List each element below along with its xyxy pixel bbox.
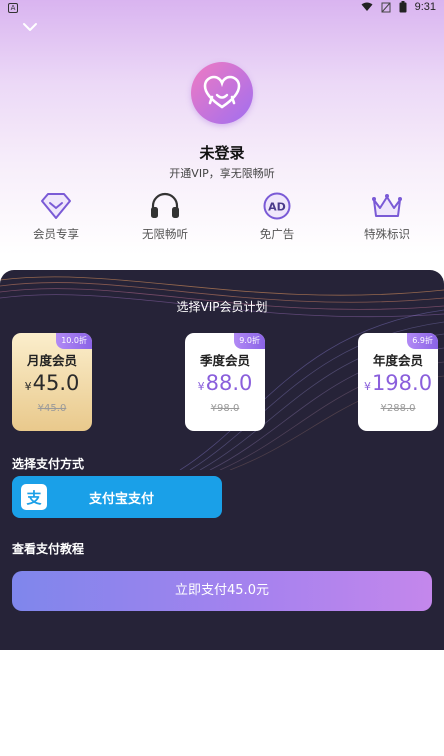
app-notification-icon: A: [8, 3, 18, 13]
ad-icon: AD: [263, 192, 291, 220]
login-subtitle: 开通VIP，享无限畅听: [169, 167, 275, 180]
plan-name: 月度会员: [26, 353, 77, 368]
plan-name: 季度会员: [199, 353, 250, 368]
plan-price: ¥45.0: [24, 371, 80, 395]
perk-members-only: 会员专享: [11, 192, 101, 242]
avatar[interactable]: [191, 62, 253, 124]
battery-icon: [399, 1, 407, 13]
perk-no-ads: AD 免广告: [232, 192, 322, 242]
wifi-icon: [361, 2, 373, 11]
plan-price: ¥198.0: [363, 371, 433, 395]
discount-badge: 10.0折: [56, 333, 92, 349]
signal-icon: [381, 2, 391, 12]
chevron-down-icon[interactable]: [22, 22, 38, 32]
login-status-title[interactable]: 未登录: [0, 142, 444, 163]
alipay-button[interactable]: 支 支付宝支付: [12, 476, 222, 518]
plan-card-yearly[interactable]: 6.9折 年度会员 ¥198.0 ¥288.0: [358, 333, 438, 431]
hero-header: A 9:31 未登录 开通VIP，享无限畅听 会员专享 无限畅听 AD 免广告 …: [0, 0, 444, 300]
perks-row: 会员专享 无限畅听 AD 免广告 特殊标识: [0, 192, 444, 252]
clock: 9:31: [414, 1, 436, 13]
discount-badge: 6.9折: [407, 333, 438, 349]
plan-original-price: ¥288.0: [380, 403, 416, 414]
perk-label: 会员专享: [33, 227, 79, 241]
payment-tutorial-link[interactable]: 查看支付教程: [12, 540, 84, 557]
perk-label: 特殊标识: [364, 227, 410, 241]
discount-badge: 9.0折: [234, 333, 265, 349]
perk-special-badge: 特殊标识: [342, 192, 432, 242]
perk-label: 免广告: [259, 227, 295, 241]
payment-method-title: 选择支付方式: [12, 457, 85, 471]
crown-icon: [372, 194, 402, 217]
status-bar: A 9:31: [0, 0, 444, 18]
perk-label: 无限畅听: [142, 227, 188, 241]
plan-name: 年度会员: [372, 353, 423, 368]
pay-now-button[interactable]: 立即支付45.0元: [12, 571, 432, 611]
plan-card-quarterly[interactable]: 9.0折 季度会员 ¥88.0 ¥98.0: [185, 333, 265, 431]
plans-title: 选择VIP会员计划: [176, 300, 268, 314]
vip-plan-panel: 选择VIP会员计划 10.0折 月度会员 ¥45.0 ¥45.0 9.0折 季度…: [0, 270, 444, 650]
plan-card-monthly[interactable]: 10.0折 月度会员 ¥45.0 ¥45.0: [12, 333, 92, 431]
alipay-icon: 支: [21, 484, 47, 510]
plan-original-price: ¥98.0: [210, 403, 240, 414]
headphones-icon: [151, 192, 179, 218]
plan-price: ¥88.0: [197, 371, 253, 395]
alipay-label: 支付宝支付: [88, 491, 154, 507]
diamond-icon: [41, 193, 71, 219]
perk-unlimited-listening: 无限畅听: [120, 192, 210, 242]
plan-original-price: ¥45.0: [37, 403, 67, 414]
svg-text:AD: AD: [268, 201, 286, 214]
heart-headphones-icon: [203, 75, 241, 109]
